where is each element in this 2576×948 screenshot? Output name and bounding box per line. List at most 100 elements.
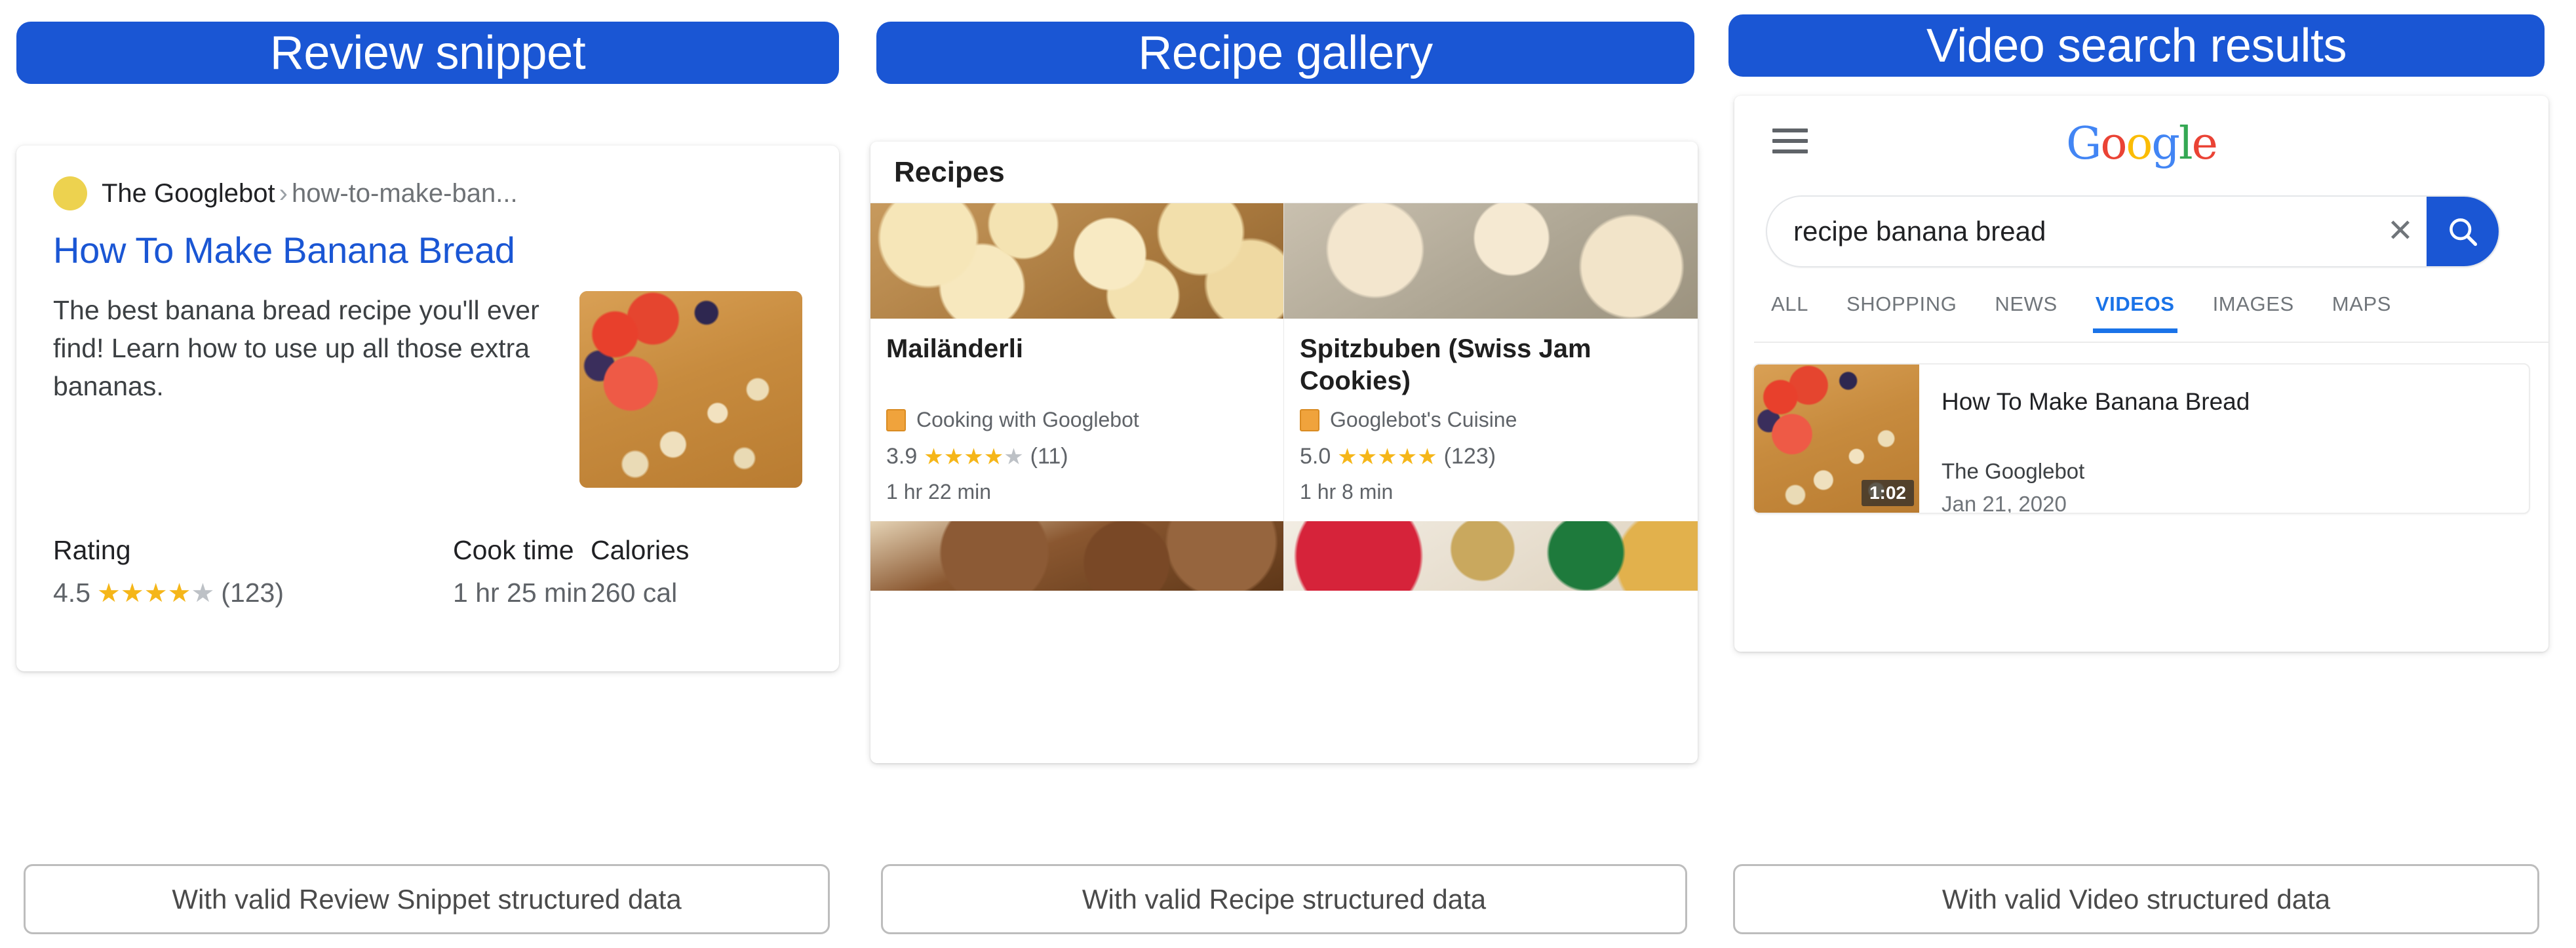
header-pill-label: Review snippet [269, 26, 586, 79]
search-icon [2449, 218, 2478, 247]
recipe-rating: 3.9 ★★★★★ (11) [886, 444, 1268, 469]
fact-cook-time-label: Cook time [453, 535, 574, 565]
google-logo: Google [1734, 122, 2548, 167]
fact-cook-time: Cook time 1 hr 25 min [453, 535, 591, 608]
rich-result-facts: Rating 4.5 ★★★★★ (123) Cook time 1 hr 25… [53, 535, 802, 608]
review-snippet-card[interactable]: The Googlebot › how-to-make-ban... How To … [16, 146, 839, 671]
recipe-rating-number: 3.9 [886, 444, 918, 469]
fact-calories-value: 260 cal [591, 578, 678, 608]
caption-video-search-results: With valid Video structured data [1733, 864, 2539, 934]
christmas-cookies-photo [1284, 521, 1698, 591]
recipe-site-name: Googlebot's Cuisine [1330, 408, 1517, 431]
breadcrumb: The Googlebot › how-to-make-ban... [53, 176, 802, 210]
logo-letter-o1: o [2100, 118, 2127, 170]
recipe-site: Cooking with Googlebot [886, 408, 1268, 432]
column-recipe-gallery: Recipe gallery Recipes Mailänderli Cooki… [859, 0, 1717, 948]
site-favicon-icon [1300, 408, 1319, 431]
fact-rating-value: 4.5 ★★★★★ (123) [53, 578, 453, 608]
result-thumbnail-image[interactable] [579, 291, 802, 488]
fact-cook-time-value: 1 hr 25 min [453, 578, 588, 608]
mailanderli-cookies-photo [870, 203, 1283, 319]
site-favicon-icon [886, 408, 906, 431]
recipe-image-next-row[interactable] [870, 521, 1283, 591]
recipe-body: Mailänderli Cooking with Googlebot 3.9 ★… [870, 319, 1283, 521]
recipe-rating-number: 5.0 [1300, 444, 1331, 469]
recipe-gallery-heading: Recipes [870, 142, 1698, 203]
recipe-title[interactable]: Mailänderli [886, 333, 1268, 397]
caption-recipe-gallery: With valid Recipe structured data [881, 864, 1687, 934]
recipe-rating-count: (123) [1443, 444, 1496, 469]
search-input[interactable]: recipe banana bread [1767, 216, 2374, 247]
tab-maps[interactable]: MAPS [2332, 292, 2391, 333]
video-upload-date: Jan 21, 2020 [1942, 492, 2067, 514]
tab-news[interactable]: NEWS [1995, 292, 2057, 333]
tab-images[interactable]: IMAGES [2213, 292, 2294, 333]
caption-label: With valid Review Snippet structured dat… [172, 883, 682, 915]
recipe-cell-spitzbuben[interactable]: Spitzbuben (Swiss Jam Cookies) Googlebot… [1284, 203, 1698, 591]
rating-stars-icon: ★★★★★ [97, 578, 215, 608]
logo-letter-g: G [2066, 118, 2101, 170]
video-meta: How To Make Banana Bread The Googlebot J… [1919, 365, 2250, 513]
header-pill-review-snippet: Review snippet [16, 22, 839, 84]
fact-calories-label: Calories [591, 535, 690, 565]
tab-shopping[interactable]: SHOPPING [1846, 292, 1957, 333]
breadcrumb-text: The Googlebot › how-to-make-ban... [102, 179, 518, 208]
caption-label: With valid Video structured data [1942, 883, 2331, 915]
video-thumbnail[interactable]: 1:02 [1754, 365, 1919, 513]
logo-letter-o2: o [2126, 118, 2153, 170]
breadcrumb-separator-icon: › [279, 178, 288, 208]
logo-letter-l: l [2178, 118, 2193, 170]
serp-topbar: Google [1734, 96, 2548, 180]
clear-icon[interactable]: ✕ [2374, 216, 2427, 247]
recipe-title[interactable]: Spitzbuben (Swiss Jam Cookies) [1300, 333, 1682, 397]
caption-review-snippet: With valid Review Snippet structured dat… [24, 864, 830, 934]
caption-label: With valid Recipe structured data [1082, 883, 1487, 915]
tabs-divider [1754, 342, 2548, 343]
recipe-site: Googlebot's Cuisine [1300, 408, 1682, 432]
recipe-time: 1 hr 8 min [1300, 480, 1394, 504]
video-duration-badge: 1:02 [1861, 479, 1914, 506]
header-pill-label: Recipe gallery [1138, 26, 1433, 79]
snippet-row: The best banana bread recipe you'll ever… [53, 291, 802, 488]
structured-data-examples-board: Review snippet The Googlebot › how-to-make… [0, 0, 2576, 948]
recipe-gallery-grid: Mailänderli Cooking with Googlebot 3.9 ★… [870, 203, 1698, 591]
search-button[interactable] [2427, 197, 2499, 266]
recipe-image-next-row[interactable] [1284, 521, 1698, 591]
recipe-gallery-card[interactable]: Recipes Mailänderli Cooking with Googleb… [870, 142, 1698, 763]
logo-letter-e: e [2191, 118, 2218, 170]
recipe-image[interactable] [1284, 203, 1698, 319]
recipe-cell-mailanderli[interactable]: Mailänderli Cooking with Googlebot 3.9 ★… [870, 203, 1284, 591]
favicon-icon [53, 176, 87, 210]
recipe-body: Spitzbuben (Swiss Jam Cookies) Googlebot… [1284, 319, 1698, 521]
tab-all[interactable]: ALL [1771, 292, 1808, 333]
header-pill-recipe-gallery: Recipe gallery [876, 22, 1694, 84]
recipe-rating: 5.0 ★★★★★ (123) [1300, 444, 1682, 469]
fact-rating-label: Rating [53, 535, 131, 565]
breadcrumb-site-name: The Googlebot [102, 178, 275, 208]
recipe-image[interactable] [870, 203, 1283, 319]
video-title[interactable]: How To Make Banana Bread [1942, 387, 2250, 417]
logo-letter-g2: g [2151, 118, 2180, 170]
recipe-time: 1 hr 22 min [886, 480, 992, 504]
serp-tabs[interactable]: ALL SHOPPING NEWS VIDEOS IMAGES MAPS [1754, 292, 2548, 344]
chocolate-cookies-photo [870, 521, 1283, 591]
recipe-rating-stars-icon: ★★★★★ [924, 444, 1024, 469]
column-video-search-results: Video search results Google recipe banan… [1717, 0, 2576, 948]
rating-count: (123) [221, 578, 284, 608]
banana-bread-photo [579, 291, 802, 488]
spitzbuben-cookies-photo [1284, 203, 1698, 319]
search-bar[interactable]: recipe banana bread ✕ [1766, 195, 2500, 267]
tab-videos[interactable]: VIDEOS [2092, 292, 2177, 333]
recipe-site-name: Cooking with Googlebot [916, 408, 1139, 431]
result-title-link[interactable]: How To Make Banana Bread [53, 229, 802, 271]
recipe-rating-stars-icon: ★★★★★ [1337, 444, 1437, 469]
video-serp-card[interactable]: Google recipe banana bread ✕ ALL SHOPPIN… [1734, 96, 2548, 652]
fact-calories: Calories 260 cal [591, 535, 761, 608]
video-result-card[interactable]: 1:02 How To Make Banana Bread The Google… [1753, 363, 2530, 514]
recipe-rating-count: (11) [1030, 444, 1068, 469]
header-pill-video-search-results: Video search results [1728, 14, 2545, 77]
snippet-description: The best banana bread recipe you'll ever… [53, 295, 539, 402]
header-pill-label: Video search results [1926, 19, 2347, 72]
fact-rating: Rating 4.5 ★★★★★ (123) [53, 535, 453, 608]
rating-number: 4.5 [53, 578, 90, 608]
